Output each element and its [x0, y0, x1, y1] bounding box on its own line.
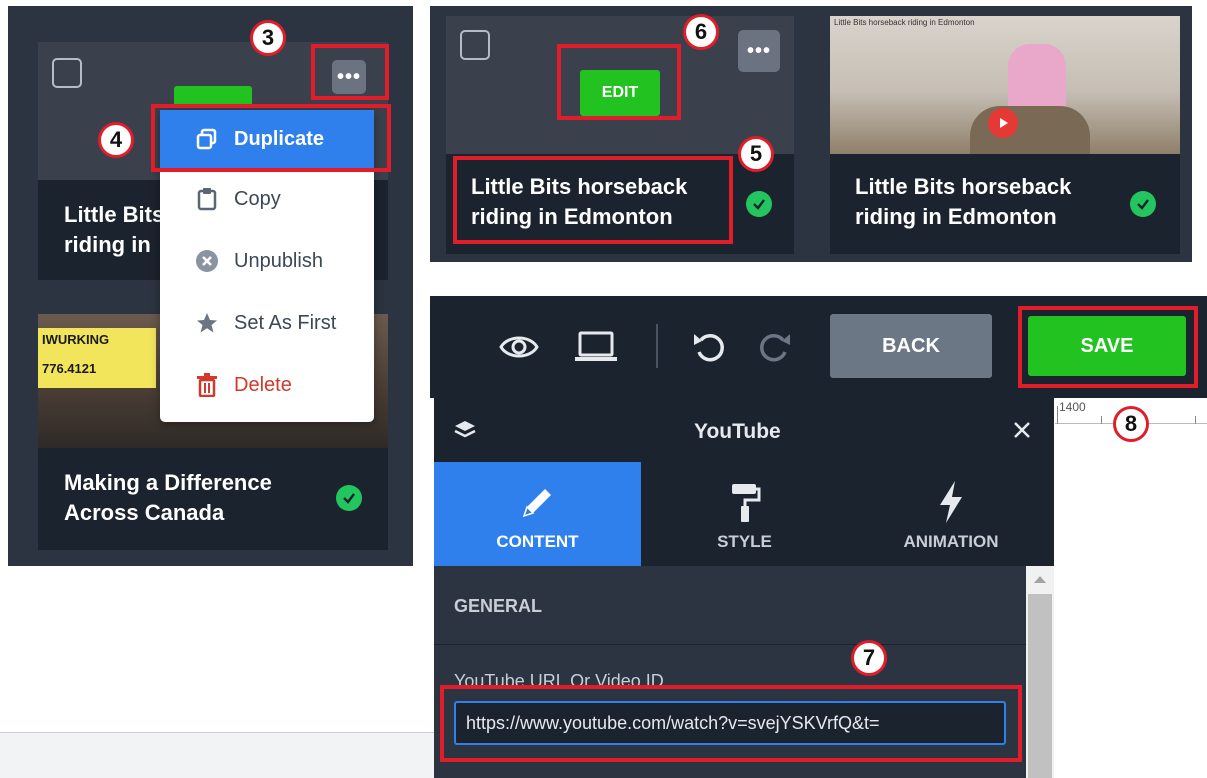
page-bottom-strip	[0, 732, 434, 778]
tab-style[interactable]: STYLE	[641, 462, 848, 566]
panel-title: YouTube	[694, 420, 781, 443]
card-title: Little Bits riding in	[64, 202, 165, 257]
section-title: GENERAL	[454, 596, 543, 616]
x-circle-icon	[188, 249, 226, 273]
trash-icon	[188, 373, 226, 397]
highlight-box-3	[311, 44, 389, 100]
highlight-box-6	[557, 44, 681, 120]
close-icon[interactable]	[1012, 420, 1032, 445]
published-check-icon	[1130, 191, 1156, 217]
ruler-tick	[1101, 416, 1102, 424]
step-marker-5: 5	[738, 136, 774, 172]
card-checkbox[interactable]	[460, 30, 490, 60]
menu-item-set-as-first[interactable]: Set As First	[160, 292, 374, 354]
thumbnail-sign: IWURKING 776.4121	[38, 328, 156, 388]
tab-content[interactable]: CONTENT	[434, 462, 641, 566]
section-general[interactable]: GENERAL	[434, 566, 1026, 644]
ruler-tick	[1057, 406, 1058, 424]
published-check-icon	[336, 485, 362, 511]
back-button[interactable]: BACK	[830, 314, 992, 378]
card-title: Making a Difference Across Canada	[64, 470, 272, 525]
step-marker-3: 3	[250, 20, 286, 56]
highlight-box-5	[453, 156, 733, 244]
more-options-button[interactable]: •••	[738, 30, 780, 72]
menu-item-unpublish[interactable]: Unpublish	[160, 230, 374, 292]
ruler-label: 1400	[1059, 400, 1086, 414]
card-title: Little Bits horseback riding in Edmonton	[855, 174, 1072, 229]
star-icon	[188, 311, 226, 335]
step-marker-6: 6	[683, 14, 719, 50]
lightning-icon	[940, 481, 962, 523]
step-marker-8: 8	[1113, 406, 1149, 442]
pencil-icon	[522, 489, 551, 518]
menu-item-delete[interactable]: Delete	[160, 354, 374, 416]
desktop-view-icon[interactable]	[574, 330, 618, 369]
thumbnail-caption: Little Bits horseback riding in Edmonton	[834, 18, 975, 27]
ruler-tick	[1195, 416, 1196, 424]
highlight-box-8	[1018, 306, 1198, 388]
tab-animation[interactable]: ANIMATION	[848, 462, 1054, 566]
card-thumbnail[interactable]: Little Bits horseback riding in Edmonton	[830, 16, 1180, 154]
menu-item-copy[interactable]: Copy	[160, 168, 374, 230]
paint-roller-icon	[731, 484, 760, 522]
scroll-up-arrow[interactable]	[1034, 576, 1046, 583]
rider-figure	[1008, 44, 1066, 114]
scrollbar-thumb[interactable]	[1028, 594, 1052, 778]
play-icon[interactable]	[988, 108, 1018, 138]
clipboard-icon	[188, 187, 226, 211]
redo-icon[interactable]	[756, 330, 792, 369]
card-footer: Little Bits horseback riding in Edmonton	[830, 154, 1180, 254]
panel-scrollbar[interactable]	[1026, 566, 1054, 778]
step-marker-4: 4	[98, 122, 134, 158]
card-footer: Making a Difference Across Canada	[38, 448, 388, 550]
undo-icon[interactable]	[692, 330, 728, 369]
horse-figure	[970, 106, 1090, 154]
toolbar-divider	[656, 324, 658, 368]
layers-icon[interactable]	[454, 420, 476, 445]
card-checkbox[interactable]	[52, 58, 82, 88]
highlight-box-4	[151, 104, 391, 172]
published-check-icon	[746, 191, 772, 217]
highlight-box-7	[440, 685, 1022, 762]
preview-eye-icon[interactable]	[498, 326, 540, 373]
step-marker-7: 7	[851, 640, 887, 676]
